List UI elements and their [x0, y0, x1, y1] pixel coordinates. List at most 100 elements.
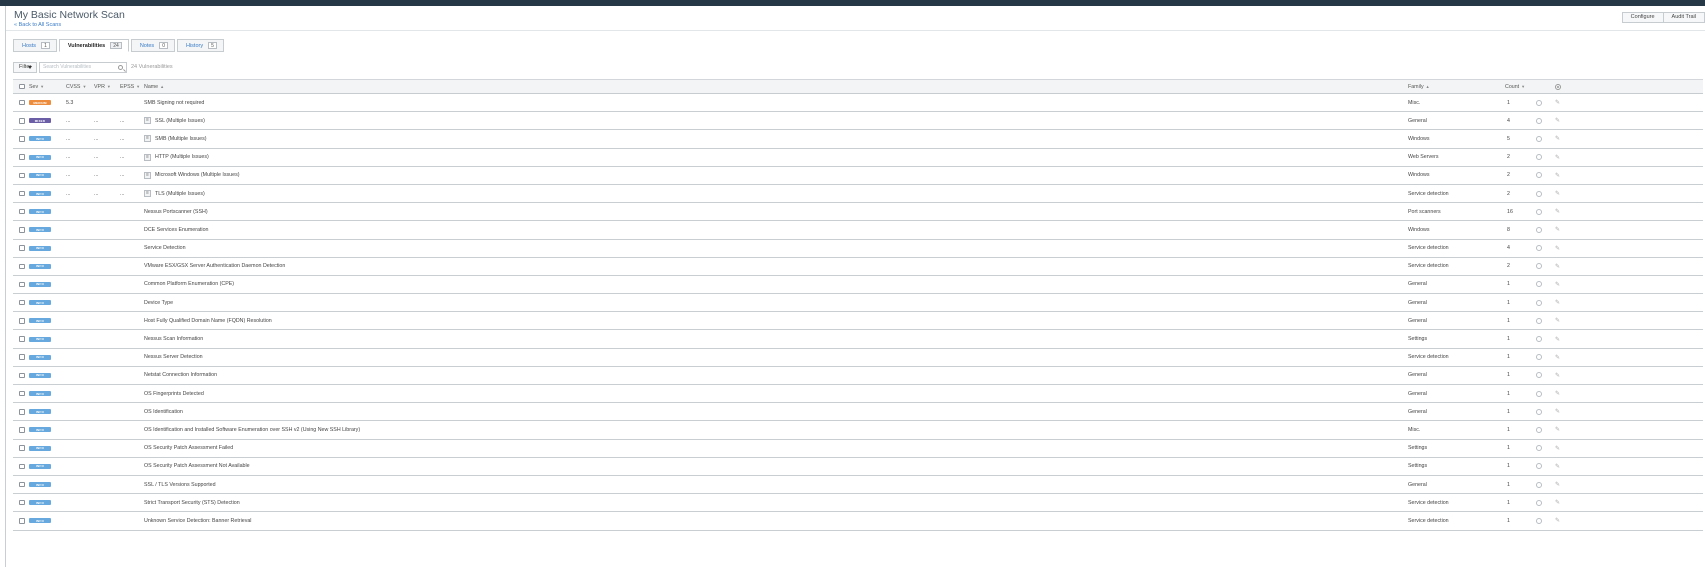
snooze-icon[interactable]: [1536, 517, 1542, 524]
row-checkbox[interactable]: [19, 427, 25, 433]
pencil-icon[interactable]: ✎: [1555, 245, 1560, 252]
table-row[interactable]: INFO......... ≡ TLS (Multiple Issues) Servi…: [13, 184, 1703, 204]
table-row[interactable]: INFO Netstat Connection Information Genera…: [13, 366, 1703, 385]
row-checkbox[interactable]: [19, 336, 25, 342]
configure-button[interactable]: Configure: [1621, 12, 1664, 23]
vulnerability-name[interactable]: Unknown Service Detection: Banner Retrie…: [144, 518, 251, 524]
pencil-icon[interactable]: ✎: [1555, 408, 1560, 415]
snooze-icon[interactable]: [1536, 499, 1542, 506]
row-checkbox[interactable]: [19, 263, 25, 270]
row-checkbox[interactable]: [19, 354, 25, 360]
table-row[interactable]: INFO Service Detection Service detection 4 ✎: [13, 239, 1703, 258]
pencil-icon[interactable]: ✎: [1555, 281, 1560, 288]
pencil-icon[interactable]: ✎: [1555, 481, 1560, 488]
table-row[interactable]: INFO VMware ESX/GSX Server Authentication…: [13, 257, 1703, 276]
column-settings[interactable]: [1555, 80, 1561, 93]
snooze-icon[interactable]: [1536, 426, 1542, 433]
row-checkbox[interactable]: [19, 445, 25, 451]
audit-trail-button[interactable]: Audit Trail: [1663, 12, 1705, 23]
vulnerability-name[interactable]: OS Security Patch Assessment Not Availab…: [144, 463, 250, 469]
snooze-icon[interactable]: [1536, 281, 1542, 288]
column-sev[interactable]: Sev ▼: [29, 80, 44, 93]
pencil-icon[interactable]: ✎: [1555, 208, 1560, 215]
snooze-icon[interactable]: [1536, 99, 1542, 106]
pencil-icon[interactable]: ✎: [1555, 135, 1560, 142]
row-checkbox[interactable]: [19, 481, 25, 488]
vulnerability-name[interactable]: VMware ESX/GSX Server Authentication Dae…: [144, 263, 285, 269]
snooze-icon[interactable]: [1536, 208, 1542, 215]
vulnerability-name[interactable]: OS Fingerprints Detected: [144, 391, 204, 397]
vulnerability-name[interactable]: Service Detection: [144, 245, 186, 251]
tab-vulnerabilities[interactable]: Vulnerabilities 24: [58, 39, 129, 52]
pencil-icon[interactable]: ✎: [1555, 372, 1560, 379]
snooze-icon[interactable]: [1536, 336, 1542, 343]
pencil-icon[interactable]: ✎: [1555, 499, 1560, 506]
row-checkbox[interactable]: [19, 281, 25, 288]
table-row[interactable]: INFO OS Identification and Installed Soft…: [13, 421, 1703, 440]
row-checkbox[interactable]: [19, 245, 25, 251]
search-icon[interactable]: [118, 64, 123, 70]
table-row[interactable]: INFO Unknown Service Detection: Banner Re…: [13, 512, 1703, 531]
snooze-icon[interactable]: [1536, 117, 1542, 124]
column-vpr[interactable]: VPR ▼: [94, 80, 111, 93]
vulnerability-name[interactable]: Nessus Scan Information: [144, 336, 203, 342]
filter-button[interactable]: Filter: [13, 61, 37, 73]
tab-history[interactable]: History 5: [176, 39, 224, 52]
row-checkbox[interactable]: [19, 190, 25, 197]
tab-hosts[interactable]: Hosts 1: [13, 39, 57, 52]
vulnerability-name[interactable]: SSL (Multiple Issues): [155, 118, 205, 124]
row-checkbox[interactable]: [19, 409, 25, 415]
table-row[interactable]: INFO......... ≡ SMB (Multiple Issues) Windo…: [13, 130, 1703, 149]
snooze-icon[interactable]: [1536, 172, 1542, 179]
snooze-icon[interactable]: [1536, 154, 1542, 161]
vulnerability-name[interactable]: Microsoft Windows (Multiple Issues): [155, 172, 239, 178]
table-row[interactable]: INFO OS Security Patch Assessment Failed S…: [13, 439, 1703, 458]
row-checkbox[interactable]: [19, 463, 25, 470]
row-checkbox[interactable]: [19, 390, 25, 397]
snooze-icon[interactable]: [1536, 390, 1542, 397]
pencil-icon[interactable]: ✎: [1555, 263, 1560, 270]
vulnerability-name[interactable]: HTTP (Multiple Issues): [155, 154, 209, 160]
row-checkbox[interactable]: [19, 118, 25, 124]
table-row[interactable]: INFO OS Identification General 1 ✎: [13, 403, 1703, 422]
pencil-icon[interactable]: ✎: [1555, 317, 1560, 324]
column-count[interactable]: Count ▼: [1505, 80, 1525, 93]
vulnerability-name[interactable]: Netstat Connection Information: [144, 372, 217, 378]
table-row[interactable]: INFO......... ≡ HTTP (Multiple Issues) Web …: [13, 148, 1703, 167]
row-checkbox[interactable]: [19, 136, 25, 142]
table-row[interactable]: MIXED......... ≡ SSL (Multiple Issues) Gene…: [13, 112, 1703, 131]
vulnerability-name[interactable]: OS Security Patch Assessment Failed: [144, 445, 233, 451]
table-row[interactable]: INFO Host Fully Qualified Domain Name (FQ…: [13, 312, 1703, 331]
row-checkbox[interactable]: [19, 227, 25, 233]
vulnerability-name[interactable]: DCE Services Enumeration: [144, 227, 208, 233]
row-checkbox[interactable]: [19, 208, 25, 215]
row-checkbox[interactable]: [19, 172, 25, 179]
table-row[interactable]: INFO OS Security Patch Assessment Not Ava…: [13, 457, 1703, 476]
pencil-icon[interactable]: ✎: [1555, 99, 1560, 106]
pencil-icon[interactable]: ✎: [1555, 117, 1560, 124]
row-checkbox[interactable]: [19, 154, 25, 160]
snooze-icon[interactable]: [1536, 408, 1542, 415]
table-row[interactable]: INFO Nessus Server Detection Service detec…: [13, 348, 1703, 367]
pencil-icon[interactable]: ✎: [1555, 517, 1560, 524]
column-epss[interactable]: EPSS ▼: [120, 80, 140, 93]
column-family[interactable]: Family ▲: [1408, 80, 1430, 93]
pencil-icon[interactable]: ✎: [1555, 336, 1560, 343]
row-checkbox[interactable]: [19, 499, 25, 506]
tab-notes[interactable]: Notes 0: [130, 39, 175, 52]
snooze-icon[interactable]: [1536, 263, 1542, 270]
vulnerability-name[interactable]: Nessus Portscanner (SSH): [144, 209, 208, 215]
snooze-icon[interactable]: [1536, 245, 1542, 252]
snooze-icon[interactable]: [1536, 372, 1542, 379]
table-row[interactable]: INFO Nessus Portscanner (SSH) Port scanner…: [13, 203, 1703, 222]
table-row[interactable]: INFO DCE Services Enumeration Windows 8 ✎: [13, 221, 1703, 240]
snooze-icon[interactable]: [1536, 135, 1542, 142]
snooze-icon[interactable]: [1536, 463, 1542, 470]
column-name[interactable]: Name ▲: [144, 80, 164, 93]
row-checkbox[interactable]: [19, 518, 25, 524]
table-row[interactable]: INFO Device Type General 1 ✎: [13, 294, 1703, 313]
vulnerability-name[interactable]: SSL / TLS Versions Supported: [144, 482, 216, 488]
vulnerability-name[interactable]: TLS (Multiple Issues): [155, 191, 205, 197]
snooze-icon[interactable]: [1536, 481, 1542, 488]
snooze-icon[interactable]: [1536, 354, 1542, 361]
